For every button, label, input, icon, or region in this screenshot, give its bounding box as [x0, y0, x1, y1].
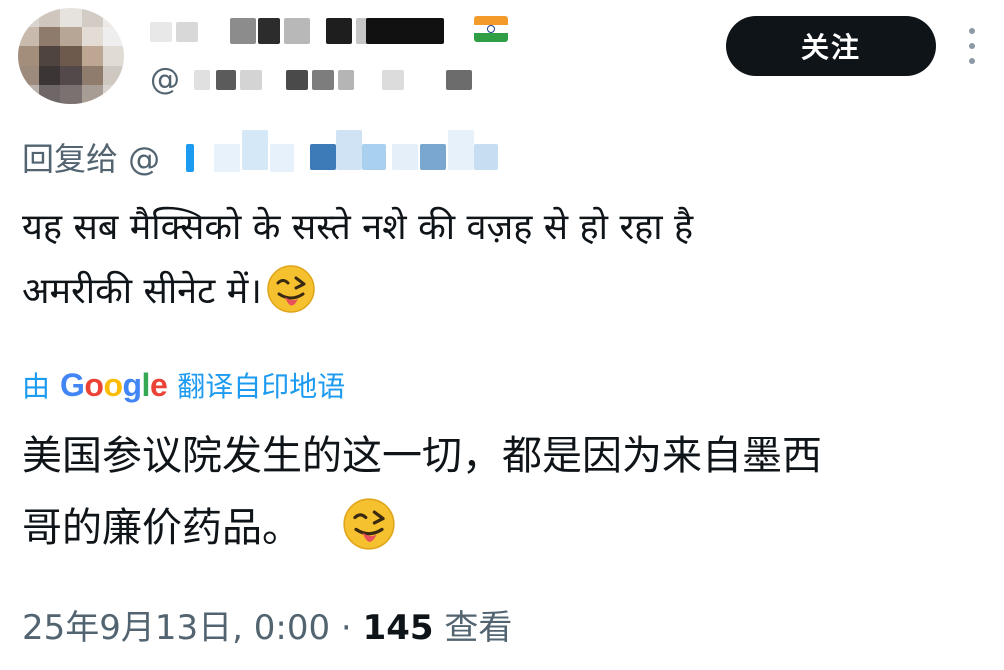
translate-source-language: 翻译自印地语: [177, 370, 346, 403]
meta-separator: ·: [330, 608, 363, 648]
post-translated-line-2-row: 哥的廉价药品。: [22, 492, 972, 564]
post-timestamp[interactable]: 25年9月13日, 0:00: [22, 608, 330, 648]
post-original-text: यह सब मैक्सिको के सस्ते नशे की वज़ह से ह…: [22, 196, 972, 324]
translate-prefix: 由: [22, 370, 51, 403]
translated-by-google[interactable]: 由 Google 翻译自印地语: [22, 360, 345, 410]
winking-tongue-emoji-icon: [266, 264, 316, 314]
google-logo-letter-6: e: [149, 366, 168, 403]
post-translated-text: 美国参议院发生的这一切，都是因为来自墨西 哥的廉价药品。: [22, 420, 972, 564]
views-label: 查看: [433, 608, 513, 648]
google-logo: Google: [60, 366, 168, 404]
post-translated-line-1: 美国参议院发生的这一切，都是因为来自墨西: [22, 433, 822, 479]
winking-tongue-emoji-icon: [342, 497, 396, 551]
post-meta: 25年9月13日, 0:00 · 145 查看: [22, 600, 512, 649]
google-logo-letter-2: o: [84, 366, 104, 403]
handle-at-sign: @: [150, 62, 180, 97]
google-logo-letter-1: G: [60, 366, 85, 403]
author-avatar[interactable]: [18, 8, 124, 104]
google-logo-letter-4: g: [122, 366, 143, 403]
india-flag-icon: [474, 16, 508, 42]
tweet-card: @ 关注 回复给 @ यह सब मैक्सिको के सस्ते नशे क…: [0, 0, 1004, 670]
google-logo-letter-3: o: [103, 366, 123, 403]
more-vertical-icon[interactable]: [964, 28, 980, 64]
post-original-line-2: अमरीकी सीनेट में।: [22, 271, 262, 312]
post-original-line-2-row: अमरीकी सीनेट में।: [22, 260, 972, 324]
post-original-line-1: यह सब मैक्सिको के सस्ते नशे की वज़ह से ह…: [22, 207, 694, 248]
reply-to-handle[interactable]: [186, 124, 506, 180]
google-logo-letter-5: l: [141, 366, 151, 403]
reply-to-label: 回复给 @: [22, 140, 161, 178]
views-count: 145: [362, 608, 434, 648]
follow-button[interactable]: 关注: [726, 16, 936, 76]
post-translated-line-2: 哥的廉价药品。: [22, 505, 302, 551]
